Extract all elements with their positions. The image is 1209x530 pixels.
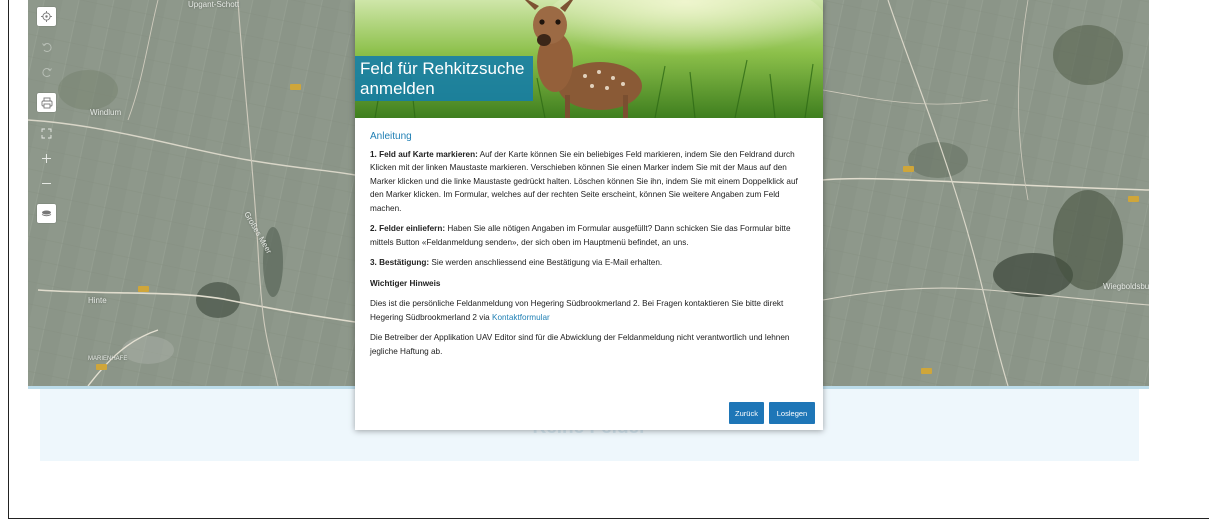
dialog-title: Feld für Rehkitzsuche anmelden: [355, 56, 533, 101]
undo-icon: [41, 42, 52, 52]
hint-title: Wichtiger Hinweis: [370, 278, 441, 288]
place-label: Upgant-Schott: [188, 0, 240, 9]
road-number-badge: [96, 364, 107, 370]
road-number-badge: [138, 286, 149, 292]
hint-text: Dies ist die persönliche Feldanmeldung v…: [370, 299, 784, 322]
section-title: Anleitung: [370, 131, 412, 142]
disclaimer-text: Die Betreiber der Applikation UAV Editor…: [370, 333, 790, 356]
step-3-text: Sie werden anschliessend eine Bestätigun…: [431, 258, 663, 267]
place-label: Windlum: [90, 108, 122, 117]
step-3: 3. Bestätigung: Sie werden anschliessend…: [370, 256, 810, 270]
fawn-header-image: Feld für Rehkitzsuche anmelden: [355, 0, 823, 118]
redo-button[interactable]: [37, 62, 56, 81]
road-number-badge: [290, 84, 301, 90]
back-button[interactable]: Zurück: [729, 402, 764, 424]
fullscreen-button[interactable]: [37, 124, 56, 143]
road-number-badge: [921, 368, 932, 374]
undo-button[interactable]: [37, 37, 56, 56]
redo-icon: [41, 67, 52, 77]
step-3-label: 3. Bestätigung:: [370, 258, 430, 267]
dialog-title-line2: anmelden: [360, 79, 435, 98]
road-number-badge: [903, 166, 914, 172]
dialog-content: Anleitung 1. Feld auf Karte markieren: A…: [370, 130, 810, 365]
zoom-in-button[interactable]: [37, 149, 56, 168]
locate-button[interactable]: [37, 7, 56, 26]
print-button[interactable]: [37, 93, 56, 112]
hint-paragraph: Dies ist die persönliche Feldanmeldung v…: [370, 297, 810, 324]
fullscreen-icon: [41, 128, 52, 139]
step-2: 2. Felder einliefern: Haben Sie alle nöt…: [370, 222, 810, 249]
start-button[interactable]: Loslegen: [769, 402, 815, 424]
step-1: 1. Feld auf Karte markieren: Auf der Kar…: [370, 148, 810, 216]
layers-icon: [41, 210, 52, 217]
place-label: MARIENHAFE: [88, 356, 128, 362]
step-2-label: 2. Felder einliefern:: [370, 224, 446, 233]
zoom-out-button[interactable]: [37, 174, 56, 193]
place-label: Hinte: [88, 296, 107, 305]
instructions-dialog: Feld für Rehkitzsuche anmelden Anleitung…: [355, 0, 823, 430]
place-label: Wiegboldsbur: [1103, 282, 1149, 291]
minus-icon: [42, 183, 51, 184]
target-icon: [41, 11, 52, 22]
dialog-title-line1: Feld für Rehkitzsuche: [360, 59, 525, 78]
step-1-label: 1. Feld auf Karte markieren:: [370, 149, 478, 159]
layers-button[interactable]: [37, 204, 56, 223]
plus-icon: [42, 154, 51, 163]
road-number-badge: [1128, 196, 1139, 202]
print-icon: [41, 97, 52, 108]
contact-form-link[interactable]: Kontaktformular: [492, 313, 550, 322]
